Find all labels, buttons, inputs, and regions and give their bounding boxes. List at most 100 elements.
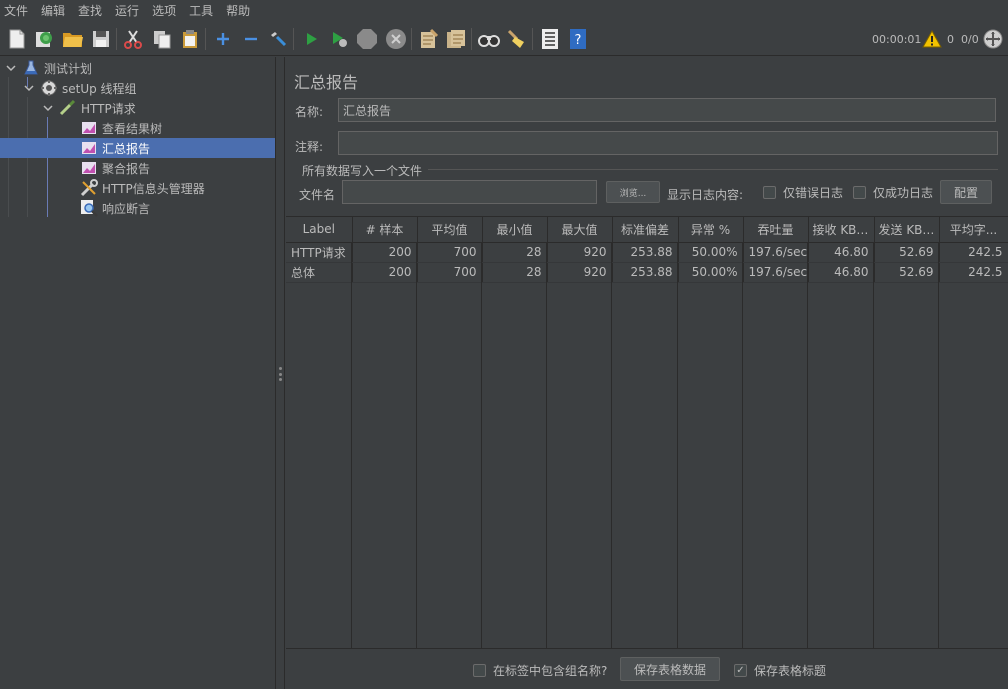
column-header-samples[interactable]: # 样本 bbox=[352, 217, 418, 243]
svg-text:?: ? bbox=[575, 33, 582, 48]
search-icon[interactable] bbox=[477, 27, 501, 51]
success-only-label: 仅成功日志 bbox=[873, 186, 934, 200]
warning-icon[interactable] bbox=[921, 27, 943, 51]
tree-item-label: 聚合报告 bbox=[102, 161, 151, 176]
table-cell: 700 bbox=[417, 242, 483, 263]
open-icon[interactable] bbox=[61, 27, 85, 51]
table-cell: 242.5 bbox=[939, 262, 1008, 283]
checkbox-box[interactable] bbox=[473, 664, 486, 677]
stop-icon[interactable] bbox=[355, 27, 379, 51]
table-cell: 总体 bbox=[286, 262, 353, 283]
tree-item-summary-report[interactable]: 汇总报告 bbox=[0, 138, 275, 158]
menu-tools[interactable]: 工具 bbox=[189, 0, 220, 22]
chart-icon bbox=[80, 140, 98, 156]
save-table-data-button[interactable]: 保存表格数据 bbox=[620, 657, 720, 681]
flask-icon bbox=[22, 60, 40, 76]
collapse-icon[interactable] bbox=[239, 27, 263, 51]
chevron-down-icon[interactable] bbox=[41, 101, 55, 115]
menu-search[interactable]: 查找 bbox=[78, 0, 109, 22]
column-header-sent-kb[interactable]: 发送 KB/... bbox=[874, 217, 940, 243]
comment-label: 注释: bbox=[295, 140, 324, 154]
tree-item-label: 响应断言 bbox=[102, 201, 151, 216]
reset-search-icon[interactable] bbox=[505, 27, 529, 51]
chevron-down-icon[interactable] bbox=[22, 81, 36, 95]
menu-edit[interactable]: 编辑 bbox=[41, 0, 72, 22]
column-header-std-dev[interactable]: 标准偏差 bbox=[612, 217, 679, 243]
shutdown-icon[interactable] bbox=[384, 27, 408, 51]
table-row[interactable]: 总体 200 700 28 920 253.88 50.00% 197.6/se… bbox=[286, 262, 1008, 283]
menu-help[interactable]: 帮助 bbox=[226, 0, 257, 22]
warning-count: 0 bbox=[947, 32, 954, 46]
new-icon[interactable] bbox=[5, 27, 29, 51]
table-cell: 50.00% bbox=[678, 262, 744, 283]
table-cell: 50.00% bbox=[678, 242, 744, 263]
filename-field[interactable] bbox=[342, 180, 597, 204]
column-header-max[interactable]: 最大值 bbox=[547, 217, 613, 243]
remote-status-icon[interactable] bbox=[982, 27, 1004, 51]
table-cell: 197.6/sec bbox=[743, 262, 809, 283]
templates-icon[interactable] bbox=[32, 27, 56, 51]
toggle-icon[interactable] bbox=[266, 27, 290, 51]
file-group-title: 所有数据写入一个文件 bbox=[302, 164, 423, 178]
tree-item-label: HTTP信息头管理器 bbox=[102, 181, 205, 196]
name-field[interactable] bbox=[338, 98, 996, 122]
tree-item-http-request[interactable]: HTTP请求 bbox=[0, 98, 275, 118]
column-header-average[interactable]: 平均值 bbox=[417, 217, 483, 243]
gear-icon bbox=[40, 80, 58, 96]
menu-options[interactable]: 选项 bbox=[152, 0, 183, 22]
name-label: 名称: bbox=[295, 105, 324, 119]
checkbox-box[interactable] bbox=[763, 186, 776, 199]
table-header-row: Label # 样本 平均值 最小值 最大值 标准偏差 异常 % 吞吐量 接收 … bbox=[286, 217, 1008, 243]
tree-item-setup-thread-group[interactable]: setUp 线程组 bbox=[0, 78, 275, 98]
tree-item-test-plan[interactable]: 测试计划 bbox=[0, 58, 275, 78]
save-table-header-label: 保存表格标题 bbox=[754, 664, 827, 678]
save-icon[interactable] bbox=[89, 27, 113, 51]
wrench-icon bbox=[80, 179, 98, 197]
table-cell: 197.6/sec bbox=[743, 242, 809, 263]
split-divider[interactable] bbox=[276, 57, 285, 689]
results-table: Label # 样本 平均值 最小值 最大值 标准偏差 异常 % 吞吐量 接收 … bbox=[286, 216, 1008, 649]
chevron-down-icon[interactable] bbox=[4, 61, 18, 75]
page-title: 汇总报告 bbox=[294, 73, 359, 92]
column-header-received-kb[interactable]: 接收 KB/... bbox=[808, 217, 875, 243]
copy-icon[interactable] bbox=[150, 27, 174, 51]
clear-all-icon[interactable] bbox=[444, 27, 468, 51]
toolbar: ? 00:00:01 0 0/0 bbox=[0, 22, 1008, 56]
start-icon[interactable] bbox=[299, 27, 323, 51]
errors-only-checkbox[interactable]: 仅错误日志 bbox=[763, 184, 843, 201]
expand-icon[interactable] bbox=[211, 27, 235, 51]
tree-item-aggregate-report[interactable]: 聚合报告 bbox=[0, 158, 275, 178]
clear-icon[interactable] bbox=[416, 27, 440, 51]
browse-button[interactable]: 浏览... bbox=[606, 181, 660, 203]
test-plan-tree: 测试计划 setUp 线程组 HTTP请求 查看结果树 汇总报告 聚合报告 HT… bbox=[0, 57, 276, 689]
column-header-avg-bytes[interactable]: 平均字... bbox=[939, 217, 1008, 243]
chart-icon bbox=[80, 120, 98, 136]
menu-file[interactable]: 文件 bbox=[4, 0, 35, 22]
log-content-label: 显示日志内容: bbox=[667, 188, 744, 202]
chart-icon bbox=[80, 160, 98, 176]
table-row[interactable]: HTTP请求 200 700 28 920 253.88 50.00% 197.… bbox=[286, 242, 1008, 263]
start-no-pause-icon[interactable] bbox=[327, 27, 351, 51]
table-cell: 28 bbox=[482, 262, 548, 283]
configure-button[interactable]: 配置 bbox=[940, 180, 992, 204]
tree-item-response-assertion[interactable]: 响应断言 bbox=[0, 198, 275, 218]
menu-run[interactable]: 运行 bbox=[115, 0, 146, 22]
comment-field[interactable] bbox=[338, 131, 998, 155]
function-helper-icon[interactable] bbox=[538, 27, 562, 51]
column-header-label[interactable]: Label bbox=[286, 217, 353, 243]
checkbox-box[interactable] bbox=[853, 186, 866, 199]
thread-count: 0/0 bbox=[961, 32, 979, 46]
column-header-error-pct[interactable]: 异常 % bbox=[678, 217, 744, 243]
paste-icon[interactable] bbox=[178, 27, 202, 51]
help-icon[interactable]: ? bbox=[566, 27, 590, 51]
tree-item-view-results-tree[interactable]: 查看结果树 bbox=[0, 118, 275, 138]
save-table-header-checkbox[interactable]: ✓ 保存表格标题 bbox=[734, 662, 826, 679]
column-header-throughput[interactable]: 吞吐量 bbox=[743, 217, 809, 243]
success-only-checkbox[interactable]: 仅成功日志 bbox=[853, 184, 933, 201]
column-header-min[interactable]: 最小值 bbox=[482, 217, 548, 243]
cut-icon[interactable] bbox=[121, 27, 145, 51]
include-group-name-checkbox[interactable]: 在标签中包含组名称? bbox=[473, 662, 607, 679]
checkmark-icon[interactable]: ✓ bbox=[734, 664, 747, 677]
table-cell: 920 bbox=[547, 242, 613, 263]
tree-item-header-manager[interactable]: HTTP信息头管理器 bbox=[0, 178, 275, 198]
